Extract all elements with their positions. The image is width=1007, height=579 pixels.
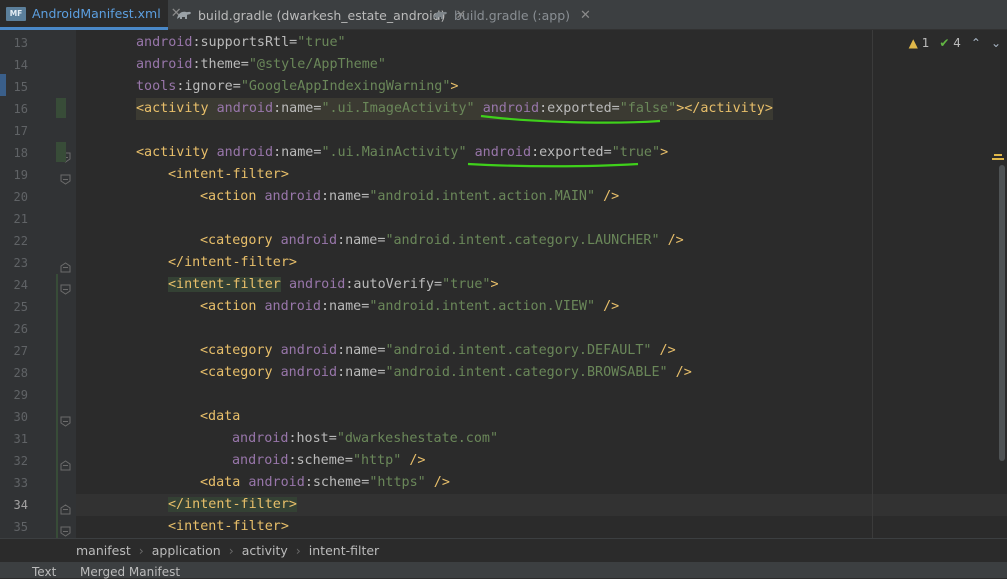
breadcrumb-item-manifest[interactable]: manifest	[76, 543, 131, 558]
breadcrumb-item-application[interactable]: application	[152, 543, 221, 558]
chevron-right-icon: ›	[228, 543, 234, 558]
breadcrumb: manifest › application › activity › inte…	[0, 538, 1007, 562]
tab-merged-manifest[interactable]: Merged Manifest	[80, 565, 180, 579]
chevron-right-icon: ›	[295, 543, 301, 558]
chevron-right-icon: ›	[138, 543, 144, 558]
bottom-tab-bar: Text Merged Manifest	[0, 562, 1007, 579]
breadcrumb-item-intent-filter[interactable]: intent-filter	[309, 543, 379, 558]
tab-text[interactable]: Text	[32, 565, 56, 579]
breadcrumb-item-activity[interactable]: activity	[242, 543, 288, 558]
annotation-underline-exported-false	[480, 114, 661, 124]
annotation-underlines	[467, 114, 661, 168]
annotation-underline-exported-true	[467, 162, 639, 168]
